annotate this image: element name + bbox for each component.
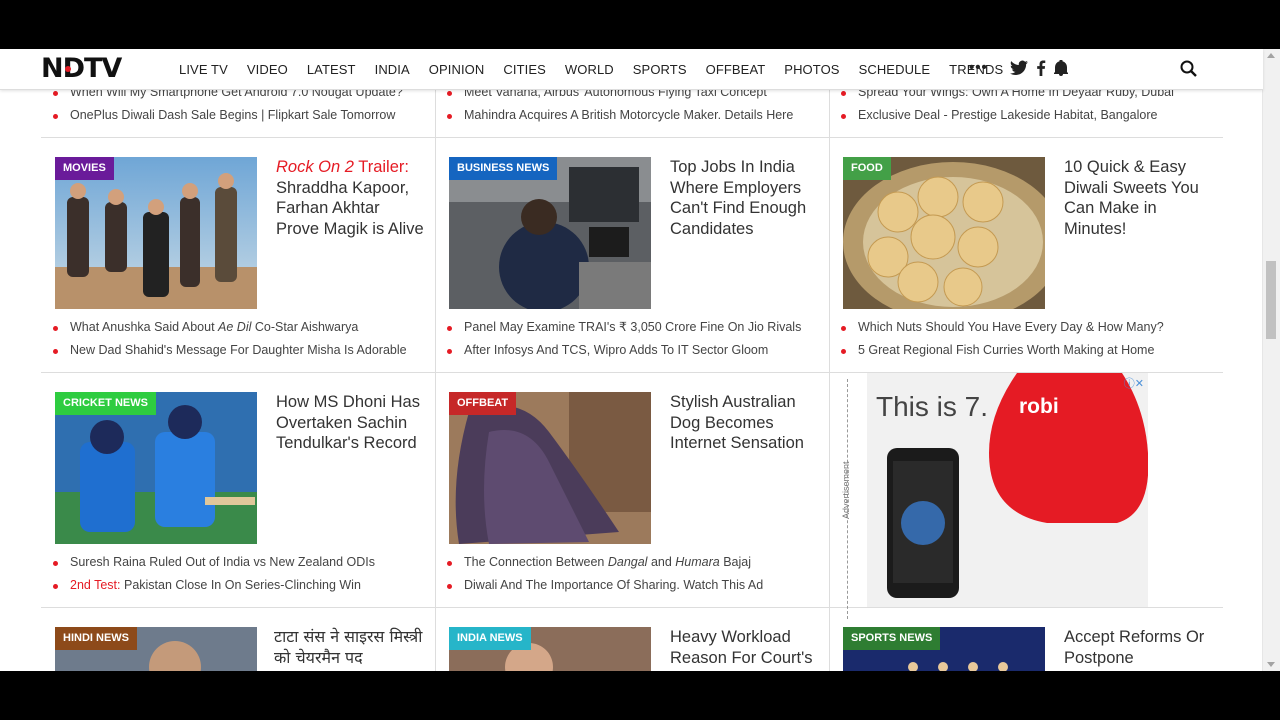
robi-logo: robi xyxy=(1019,395,1059,418)
category-badge[interactable]: CRICKET NEWS xyxy=(55,392,156,415)
nav-photos[interactable]: PHOTOS xyxy=(784,62,839,77)
nav-sports[interactable]: SPORTS xyxy=(633,62,687,77)
nav-links: LIVE TV VIDEO LATEST INDIA OPINION CITIE… xyxy=(179,49,1022,89)
category-badge[interactable]: SPORTS NEWS xyxy=(843,627,941,650)
headline[interactable]: Stylish Australian Dog Becomes Internet … xyxy=(670,392,820,454)
social-icons xyxy=(1010,59,1076,81)
list-item[interactable]: 5 Great Regional Fish Curries Worth Maki… xyxy=(840,343,1154,358)
notification-bell-icon[interactable] xyxy=(1054,59,1068,81)
headline[interactable]: 10 Quick & Easy Diwali Sweets You Can Ma… xyxy=(1064,157,1214,239)
list-item[interactable]: What Anushka Said About Ae Dil Co-Star A… xyxy=(52,320,358,335)
logo-red-dot xyxy=(65,66,71,72)
video-letterbox-top xyxy=(0,0,1280,49)
advertisement-banner[interactable]: This is 7. robi ⓘ✕ xyxy=(867,373,1148,607)
nav-india[interactable]: INDIA xyxy=(375,62,410,77)
list-item[interactable]: Suresh Raina Ruled Out of India vs New Z… xyxy=(52,555,375,570)
headline-highlight-suffix: Trailer: xyxy=(353,158,409,176)
ad-label: Advertisement xyxy=(841,461,851,519)
row-divider xyxy=(41,137,1223,138)
ad-info-close-icon[interactable]: ⓘ✕ xyxy=(1124,375,1144,391)
twitter-icon[interactable] xyxy=(1010,60,1028,81)
nav-schedule[interactable]: SCHEDULE xyxy=(859,62,931,77)
nav-latest[interactable]: LATEST xyxy=(307,62,356,77)
category-badge[interactable]: BUSINESS NEWS xyxy=(449,157,558,180)
headline[interactable]: Top Jobs In India Where Employers Can't … xyxy=(670,157,820,239)
list-item[interactable]: Exclusive Deal - Prestige Lakeside Habit… xyxy=(840,108,1157,123)
category-badge[interactable]: OFFBEAT xyxy=(449,392,517,415)
list-item[interactable]: The Connection Between Dangal and Humara… xyxy=(446,555,751,570)
list-item[interactable]: Diwali And The Importance Of Sharing. Wa… xyxy=(446,578,763,593)
column-divider xyxy=(829,79,830,671)
nav-offbeat[interactable]: OFFBEAT xyxy=(706,62,766,77)
headline-highlight: Rock On 2 xyxy=(276,158,354,176)
list-item[interactable]: Mahindra Acquires A British Motorcycle M… xyxy=(446,108,793,123)
list-item[interactable]: Panel May Examine TRAI's ₹ 3,050 Crore F… xyxy=(446,320,801,335)
nav-cities[interactable]: CITIES xyxy=(503,62,546,77)
nav-opinion[interactable]: OPINION xyxy=(429,62,485,77)
headline[interactable]: टाटा संस ने साइरस मिस्त्री को चेयरमैन पद xyxy=(274,627,426,668)
list-item[interactable]: Which Nuts Should You Have Every Day & H… xyxy=(841,320,1164,335)
list-item[interactable]: After Infosys And TCS, Wipro Adds To IT … xyxy=(446,343,768,358)
main-navigation: NDTV LIVE TV VIDEO LATEST INDIA OPINION … xyxy=(0,49,1263,90)
category-badge[interactable]: INDIA NEWS xyxy=(449,627,531,650)
ndtv-logo[interactable]: NDTV xyxy=(41,55,122,82)
row-divider xyxy=(41,607,1223,608)
column-divider xyxy=(435,79,436,671)
category-badge[interactable]: FOOD xyxy=(843,157,891,180)
category-badge[interactable]: HINDI NEWS xyxy=(55,627,137,650)
headline[interactable]: How MS Dhoni Has Overtaken Sachin Tendul… xyxy=(276,392,426,454)
search-icon[interactable] xyxy=(1180,60,1197,82)
ad-divider xyxy=(847,379,849,619)
scrollbar-thumb[interactable] xyxy=(1266,261,1276,339)
headline-text: Shraddha Kapoor, Farhan Akhtar Prove Mag… xyxy=(276,178,424,238)
list-item[interactable]: New Dad Shahid's Message For Daughter Mi… xyxy=(53,343,407,358)
browser-page: NDTV LIVE TV VIDEO LATEST INDIA OPINION … xyxy=(0,49,1280,671)
headline[interactable]: Rock On 2 Trailer: Shraddha Kapoor, Farh… xyxy=(276,157,426,239)
headline[interactable]: Accept Reforms Or Postpone xyxy=(1064,627,1214,668)
list-item[interactable]: 2nd Test: Pakistan Close In On Series-Cl… xyxy=(53,578,361,593)
facebook-icon[interactable] xyxy=(1036,60,1046,81)
scroll-up-arrow-icon[interactable] xyxy=(1267,53,1275,58)
category-badge[interactable]: MOVIES xyxy=(55,157,114,180)
nav-world[interactable]: WORLD xyxy=(565,62,614,77)
list-item[interactable]: OnePlus Diwali Dash Sale Begins | Flipka… xyxy=(52,108,395,123)
scroll-down-arrow-icon[interactable] xyxy=(1267,662,1275,667)
headline[interactable]: Heavy Workload Reason For Court's xyxy=(670,627,820,668)
vertical-scrollbar[interactable] xyxy=(1262,49,1280,671)
nav-video[interactable]: VIDEO xyxy=(247,62,288,77)
more-menu-icon[interactable]: ••• xyxy=(969,60,988,75)
video-letterbox-bottom xyxy=(0,671,1280,720)
nav-live-tv[interactable]: LIVE TV xyxy=(179,62,228,77)
